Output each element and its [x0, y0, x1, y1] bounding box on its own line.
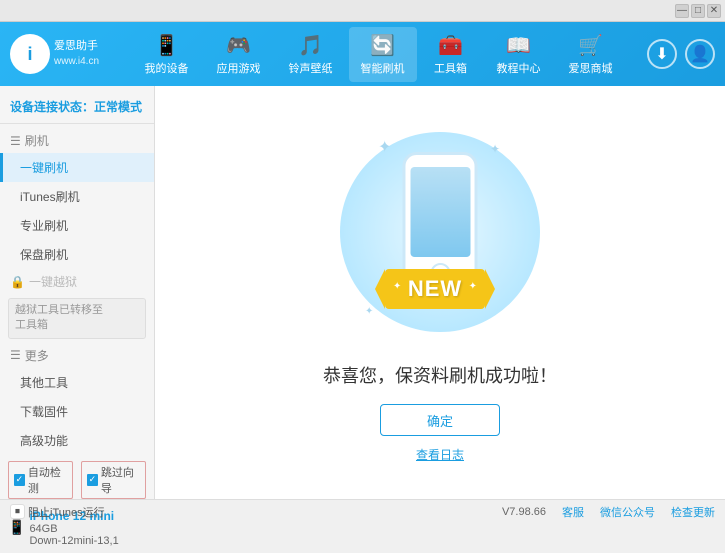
- wechat-link[interactable]: 微信公众号: [600, 504, 655, 520]
- itunes-status-label: 阻止iTunes运行: [28, 504, 105, 520]
- nav-apps-games[interactable]: 🎮 应用游戏: [205, 27, 273, 82]
- sidebar-section-more: ☰ 更多: [0, 343, 154, 368]
- ringtones-label: 铃声壁纸: [289, 60, 333, 76]
- header: i 爱思助手 www.i4.cn 📱 我的设备 🎮 应用游戏 🎵 铃声壁纸 🔄 …: [0, 22, 725, 86]
- itunes-status-area[interactable]: ⏹ 阻止iTunes运行: [10, 504, 105, 520]
- nav-smart-flash[interactable]: 🔄 智能刷机: [349, 27, 417, 82]
- store-label: 爱思商城: [569, 60, 613, 76]
- stop-icon: ⏹: [10, 504, 25, 519]
- sidebar-item-other-tools[interactable]: 其他工具: [0, 368, 154, 397]
- skip-wizard-label: 跳过向导: [101, 464, 140, 496]
- sidebar: 设备连接状态：正常模式 ☰ 刷机 一键刷机 iTunes刷机 专业刷机 保盘刷机…: [0, 86, 155, 499]
- new-ribbon: ✦ NEW ✦: [385, 269, 485, 314]
- nav-toolbox[interactable]: 🧰 工具箱: [421, 27, 481, 82]
- confirm-button[interactable]: 确定: [380, 404, 500, 436]
- nav-right-area: ⬇ 👤: [647, 39, 715, 69]
- ribbon-background: ✦ NEW ✦: [385, 269, 485, 309]
- toolbox-icon: 🧰: [438, 33, 463, 58]
- status-value: 正常模式: [94, 100, 142, 114]
- auto-detect-checkbox[interactable]: ✓ 自动检测: [8, 461, 73, 499]
- sparkle-top-left: ✦: [378, 137, 391, 157]
- section-title-more: 更多: [25, 347, 49, 364]
- tutorial-label: 教程中心: [497, 60, 541, 76]
- close-button[interactable]: ✕: [707, 4, 721, 18]
- auto-detect-check-icon: ✓: [14, 474, 25, 486]
- logo-icon: i: [10, 34, 50, 74]
- phone-small-icon: 📱: [8, 519, 25, 536]
- sidebar-item-download-fw[interactable]: 下载固件: [0, 397, 154, 426]
- lock-icon: 🔒: [10, 275, 25, 289]
- logo-name: 爱思助手: [54, 39, 99, 54]
- nav-tutorial[interactable]: 📖 教程中心: [485, 27, 553, 82]
- smart-flash-label: 智能刷机: [361, 60, 405, 76]
- my-device-icon: 📱: [154, 33, 179, 58]
- bottom-left-area: ⏹ 阻止iTunes运行: [10, 504, 105, 520]
- device-storage: 64GB: [29, 523, 118, 535]
- logo-area: i 爱思助手 www.i4.cn: [10, 34, 110, 74]
- sidebar-item-itunes-flash[interactable]: iTunes刷机: [0, 182, 154, 211]
- skip-wizard-check-icon: ✓: [87, 474, 98, 486]
- tutorial-icon: 📖: [506, 33, 531, 58]
- minimize-button[interactable]: —: [675, 4, 689, 18]
- sparkle-top-right: ✦: [490, 142, 500, 156]
- auto-detect-label: 自动检测: [28, 464, 67, 496]
- ribbon-text: NEW: [408, 276, 462, 302]
- nav-store[interactable]: 🛒 爱思商城: [557, 27, 625, 82]
- section-icon-flash: ☰: [10, 134, 21, 148]
- section-icon-more: ☰: [10, 348, 21, 362]
- version-text: V7.98.66: [502, 506, 546, 518]
- apps-games-label: 应用游戏: [217, 60, 261, 76]
- device-firmware: Down-12mini-13,1: [29, 535, 118, 547]
- ringtones-icon: 🎵: [298, 33, 323, 58]
- sparkle-bottom-left: ✦: [365, 306, 373, 317]
- sidebar-section-flash: ☰ 刷机: [0, 128, 154, 153]
- title-bar: — □ ✕: [0, 0, 725, 22]
- toolbox-label: 工具箱: [434, 60, 467, 76]
- nav-bar: 📱 我的设备 🎮 应用游戏 🎵 铃声壁纸 🔄 智能刷机 🧰 工具箱 📖 教程中心…: [110, 27, 647, 82]
- sidebar-item-advanced[interactable]: 高级功能: [0, 426, 154, 455]
- section-title-jailbreak: 一键越狱: [29, 273, 77, 290]
- sidebar-section-jailbreak: 🔒 一键越狱: [0, 269, 154, 294]
- main-area: 设备连接状态：正常模式 ☰ 刷机 一键刷机 iTunes刷机 专业刷机 保盘刷机…: [0, 86, 725, 499]
- sidebar-item-pro-flash[interactable]: 专业刷机: [0, 211, 154, 240]
- logo-url: www.i4.cn: [54, 55, 99, 69]
- ribbon-star-right: ✦: [469, 281, 477, 292]
- bottom-right-area: V7.98.66 客服 微信公众号 检查更新: [502, 504, 715, 520]
- ribbon-star-left: ✦: [393, 281, 401, 292]
- sidebar-item-save-flash[interactable]: 保盘刷机: [0, 240, 154, 269]
- nav-ringtones[interactable]: 🎵 铃声壁纸: [277, 27, 345, 82]
- my-device-label: 我的设备: [145, 60, 189, 76]
- content-area: ✦ ✦ ✦ ✦ NEW ✦ 恭喜您，保资料刷机成功啦！ 确定 查看日志: [155, 86, 725, 499]
- smart-flash-icon: 🔄: [370, 33, 395, 58]
- maximize-button[interactable]: □: [691, 4, 705, 18]
- skip-wizard-checkbox[interactable]: ✓ 跳过向导: [81, 461, 146, 499]
- view-log-link[interactable]: 查看日志: [416, 446, 464, 463]
- download-button[interactable]: ⬇: [647, 39, 677, 69]
- account-button[interactable]: 👤: [685, 39, 715, 69]
- jailbreak-note: 越狱工具已转移至工具箱: [8, 298, 146, 339]
- phone-illustration: ✦ ✦ ✦ ✦ NEW ✦: [340, 122, 540, 342]
- phone-screen: [410, 167, 470, 257]
- nav-my-device[interactable]: 📱 我的设备: [133, 27, 201, 82]
- check-update-link[interactable]: 检查更新: [671, 504, 715, 520]
- sidebar-item-one-key-flash[interactable]: 一键刷机: [0, 153, 154, 182]
- device-status: 设备连接状态：正常模式: [0, 94, 154, 124]
- logo-text: 爱思助手 www.i4.cn: [54, 39, 99, 68]
- store-icon: 🛒: [578, 33, 603, 58]
- status-label: 设备连接状态：: [10, 100, 94, 114]
- section-title-flash: 刷机: [25, 132, 49, 149]
- success-message: 恭喜您，保资料刷机成功啦！: [323, 362, 557, 388]
- apps-games-icon: 🎮: [226, 33, 251, 58]
- support-link[interactable]: 客服: [562, 504, 584, 520]
